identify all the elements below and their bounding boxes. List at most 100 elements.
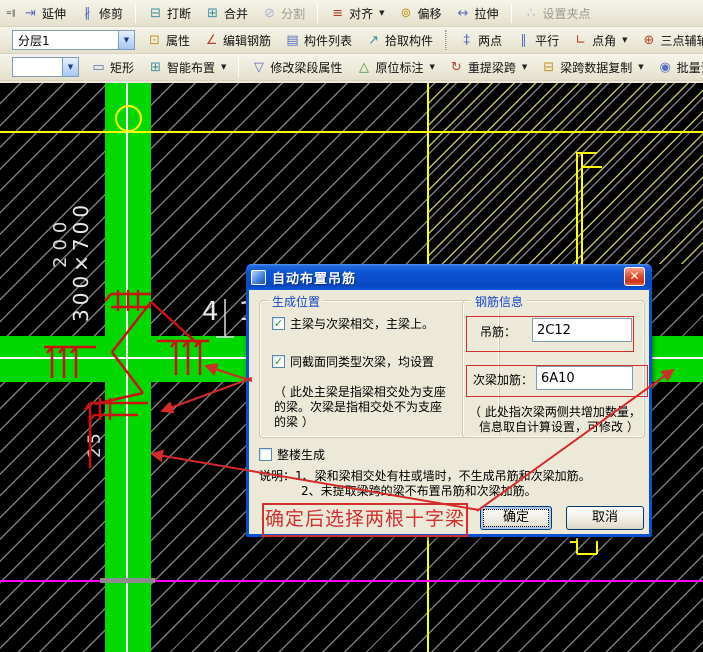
batch-identify-label: 批量识别梁支座	[677, 59, 703, 76]
edit-rebar-label: 编辑钢筋	[223, 32, 271, 49]
offset-button[interactable]: ⊚偏移	[392, 2, 447, 25]
insitu-label-button[interactable]: △原位标注▼	[350, 56, 440, 79]
chevron-down-icon: ▼	[221, 63, 226, 71]
main-secondary-intersect-checkbox[interactable]: ✓	[272, 317, 285, 330]
properties-button[interactable]: ⊡ 属性	[141, 29, 196, 52]
axis-bubble-circle	[115, 105, 142, 132]
empty-combobox[interactable]: ▼	[12, 57, 79, 77]
gen-note-line3: 的梁 ）	[274, 413, 314, 430]
dialog-note-line2: 2、未提取梁跨的梁不布置吊筋和次梁加筋。	[301, 482, 537, 499]
break-button[interactable]: ⊟打断	[142, 2, 197, 25]
split-button[interactable]: ⊘分割	[256, 2, 311, 25]
slab-hatch-yellow	[428, 83, 703, 264]
properties-label: 属性	[166, 32, 190, 49]
smart-layout-icon: ⊞	[148, 60, 163, 75]
rebar-info-label: 钢筋信息	[471, 293, 527, 310]
edit-rebar-button[interactable]: ∠ 编辑钢筋	[198, 29, 277, 52]
edit-rebar-icon: ∠	[204, 33, 219, 48]
toolbar-row-edit: =‖ ⇥ 延伸 ∦修剪 ⊟打断 ⊞ 合并 ⊘分割 ≡ 对齐 ▼ ⊚偏移 ↔ 拉伸 ∴ 设置夹…	[0, 0, 703, 27]
split-label: 分割	[281, 5, 305, 22]
layer-combobox[interactable]: 分层1 ▼	[12, 30, 135, 50]
chevron-down-icon: ▼	[429, 63, 434, 71]
extend-button[interactable]: ⇥ 延伸	[17, 2, 72, 25]
stretch-button[interactable]: ↔ 拉伸	[450, 2, 505, 25]
merge-icon: ⊞	[205, 6, 220, 21]
rebar-info-group: 钢筋信息 吊筋： 次梁加筋： （ 此处指次梁两侧共增加数量， 信息取自计算设置，…	[462, 300, 645, 438]
two-points-icon: ‡	[459, 33, 474, 48]
extend-icon: ⇥	[23, 6, 38, 21]
parallel-button[interactable]: ∥平行	[510, 29, 565, 52]
properties-icon: ⊡	[147, 33, 162, 48]
chevron-down-icon: ▼	[379, 9, 384, 17]
main-secondary-intersect-checkbox-row: ✓ 主梁与次梁相交，主梁上。	[272, 315, 434, 332]
pick-component-label: 拾取构件	[385, 32, 433, 49]
combo-arrow-icon[interactable]: ▼	[118, 30, 135, 50]
cancel-button[interactable]: 取消	[566, 506, 644, 530]
two-points-button[interactable]: ‡ 两点	[453, 29, 508, 52]
rectangle-label: 矩形	[110, 59, 134, 76]
combo-arrow-icon[interactable]: ▼	[62, 57, 79, 77]
close-icon[interactable]: ✕	[624, 267, 645, 286]
align-button[interactable]: ≡ 对齐 ▼	[324, 2, 390, 25]
align-icon: ≡	[330, 6, 345, 21]
re-extract-span-button[interactable]: ↻重提梁跨▼	[443, 56, 533, 79]
point-angle-button[interactable]: ∟点角▼	[567, 29, 633, 52]
trim-button[interactable]: ∦修剪	[74, 2, 129, 25]
whole-building-checkbox-row: 整楼生成	[259, 446, 325, 463]
same-section-checkbox[interactable]: ✓	[272, 355, 285, 368]
re-extract-span-label: 重提梁跨	[468, 59, 516, 76]
set-grip-button[interactable]: ∴ 设置夹点	[518, 2, 597, 25]
set-grip-icon: ∴	[524, 6, 539, 21]
batch-identify-icon: ◉	[658, 60, 673, 75]
chevron-down-icon: ▼	[638, 63, 643, 71]
rectangle-icon: ▭	[91, 60, 106, 75]
two-points-label: 两点	[478, 32, 502, 49]
modify-beam-icon: ▽	[251, 60, 266, 75]
modify-beam-button[interactable]: ▽ 修改梁段属性	[245, 56, 348, 79]
set-grip-label: 设置夹点	[543, 5, 591, 22]
generation-position-label: 生成位置	[268, 293, 324, 310]
ok-button[interactable]: 确定	[480, 506, 552, 530]
dialog-titlebar[interactable]: 自动布置吊筋	[246, 264, 652, 290]
gray-beam-overlap-segment	[100, 578, 155, 583]
modify-beam-label: 修改梁段属性	[270, 59, 342, 76]
hanging-rebar-field-label: 吊筋：	[480, 323, 516, 340]
dialog-title: 自动布置吊筋	[272, 268, 356, 287]
chevron-down-icon: ▼	[522, 63, 527, 71]
rectangle-button[interactable]: ▭ 矩形	[85, 56, 140, 79]
three-point-axis-icon: ⊕	[642, 33, 657, 48]
component-list-button[interactable]: ▤构件列表	[279, 29, 358, 52]
rebar-note-line2: 信息取自计算设置，可修改 ）	[479, 418, 639, 435]
whole-building-label: 整楼生成	[277, 446, 325, 463]
merge-button[interactable]: ⊞ 合并	[199, 2, 254, 25]
copy-span-data-button[interactable]: ⊟梁跨数据复制▼	[535, 56, 649, 79]
secondary-rebar-field-label: 次梁加筋：	[473, 371, 533, 388]
parallel-label: 平行	[535, 32, 559, 49]
extend-label: 延伸	[42, 5, 66, 22]
three-point-axis-button[interactable]: ⊕三点辅轴▼	[636, 29, 703, 52]
main-secondary-intersect-label: 主梁与次梁相交，主梁上。	[290, 315, 434, 332]
stretch-icon: ↔	[456, 6, 471, 21]
toolbar-row-beam: ▼ ▼ ▭矩形 ⊞智能布置▼ ▽修改梁段属性 △原位标注▼ ↻重提梁跨▼ ⊟梁跨…	[0, 54, 703, 81]
app-window: =‖ ⇥ 延伸 ∦修剪 ⊟打断 ⊞ 合并 ⊘分割 ≡ 对齐 ▼ ⊚偏移 ↔ 拉伸 ∴ 设置夹…	[0, 0, 703, 652]
empty-combobox-value	[12, 57, 62, 77]
copy-span-data-label: 梁跨数据复制	[560, 59, 632, 76]
pick-component-button[interactable]: ↗ 拾取构件	[360, 29, 439, 52]
break-icon: ⊟	[148, 6, 163, 21]
pick-component-icon: ↗	[366, 33, 381, 48]
offset-label: 偏移	[417, 5, 441, 22]
same-section-label: 同截面同类型次梁，均设置	[290, 353, 434, 370]
toolbar-clip-icon: =‖	[6, 9, 15, 17]
merge-label: 合并	[224, 5, 248, 22]
trim-icon: ∦	[80, 6, 95, 21]
smart-layout-button[interactable]: ⊞智能布置▼	[142, 56, 232, 79]
align-label: 对齐	[349, 5, 373, 22]
batch-identify-button[interactable]: ◉ 批量识别梁支座	[652, 56, 703, 79]
chevron-down-icon: ▼	[622, 36, 627, 44]
stretch-label: 拉伸	[475, 5, 499, 22]
separator	[317, 3, 318, 23]
whole-building-checkbox[interactable]	[259, 448, 272, 461]
hanging-rebar-input[interactable]	[532, 318, 632, 342]
secondary-rebar-input[interactable]	[536, 366, 633, 390]
component-list-icon: ▤	[285, 33, 300, 48]
